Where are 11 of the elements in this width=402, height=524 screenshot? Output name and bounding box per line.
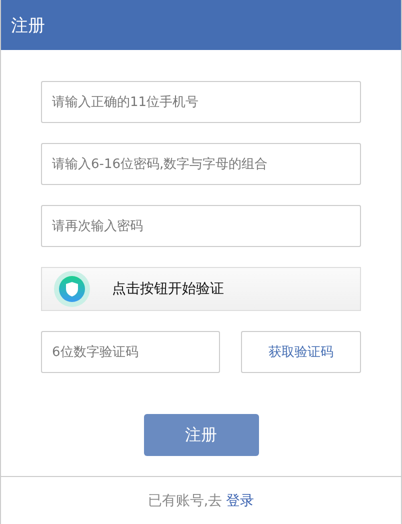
login-prompt: 已有账号,去: [148, 492, 222, 510]
get-code-button[interactable]: 获取验证码: [241, 331, 361, 373]
input-field[interactable]: 请再次输入密码: [41, 205, 361, 247]
login-link[interactable]: 登录: [226, 492, 254, 510]
input-field[interactable]: 请输入正确的11位手机号: [41, 81, 361, 123]
page-title: 注册: [11, 14, 45, 36]
register-button[interactable]: 注册: [144, 414, 258, 456]
code-input-field[interactable]: 6位数字验证码: [41, 331, 220, 373]
input-field[interactable]: 请输入6-16位密码,数字与字母的组合: [41, 143, 361, 185]
shield-icon: [54, 271, 90, 307]
verify-button[interactable]: 点击按钮开始验证: [41, 267, 361, 311]
